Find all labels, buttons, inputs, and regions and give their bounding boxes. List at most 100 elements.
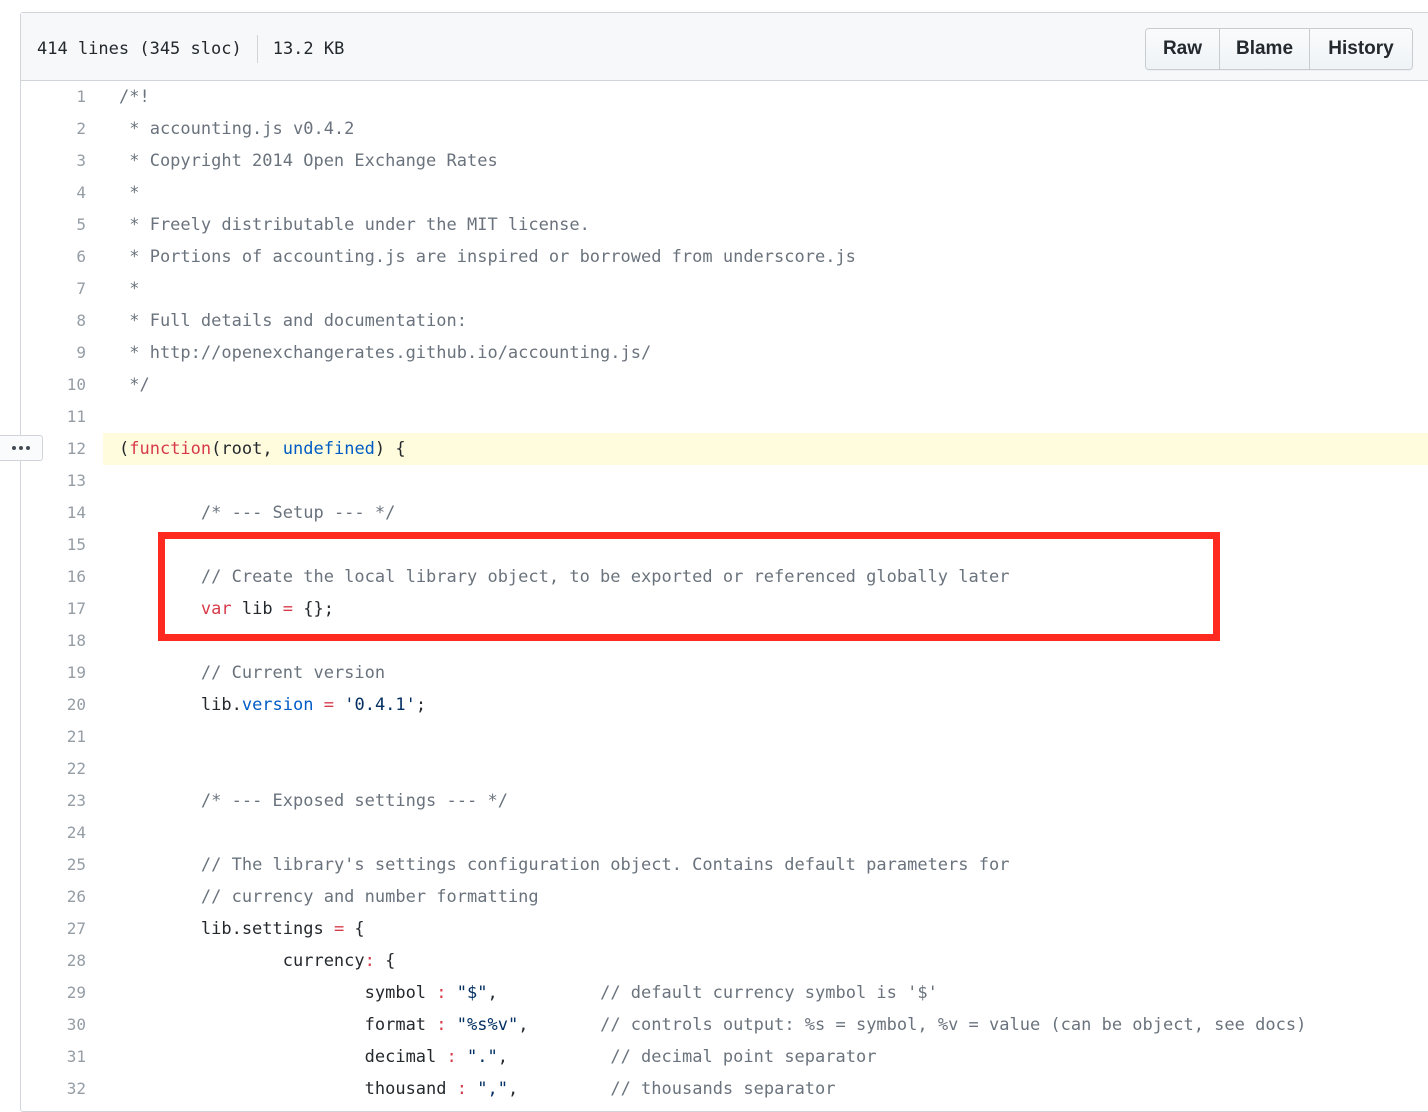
code-token: decimal xyxy=(119,1047,447,1067)
raw-button[interactable]: Raw xyxy=(1146,29,1220,69)
code-token: "," xyxy=(477,1079,508,1099)
code-line: 3 * Copyright 2014 Open Exchange Rates xyxy=(21,145,1428,177)
line-number[interactable]: 4 xyxy=(21,177,103,209)
line-number[interactable]: 6 xyxy=(21,241,103,273)
code-line: 9 * http://openexchangerates.github.io/a… xyxy=(21,337,1428,369)
code-token: , xyxy=(507,1079,611,1099)
code-token: { xyxy=(344,919,365,939)
code-line: 4 * xyxy=(21,177,1428,209)
code-line: 19 // Current version xyxy=(21,657,1428,689)
code-line: 8 * Full details and documentation: xyxy=(21,305,1428,337)
code-token: { xyxy=(374,951,396,971)
code-token: // Current version xyxy=(200,663,386,683)
code-token: , xyxy=(518,1015,601,1035)
code-token: = xyxy=(323,695,334,715)
more-dot-icon xyxy=(19,446,23,450)
line-number[interactable]: 3 xyxy=(21,145,103,177)
code-token: : xyxy=(364,951,375,971)
code-token: function xyxy=(129,439,212,459)
code-content: format : "%s%v", // controls output: %s … xyxy=(103,1009,1428,1041)
code-line: 24 xyxy=(21,817,1428,849)
line-number[interactable]: 25 xyxy=(21,849,103,881)
code-line: 15 xyxy=(21,529,1428,561)
file-info-divider xyxy=(256,35,258,63)
code-token: lib.settings xyxy=(119,919,334,939)
code-content: // Current version xyxy=(103,657,1428,689)
line-number[interactable]: 15 xyxy=(21,529,103,561)
line-options-button[interactable] xyxy=(0,435,43,461)
code-token: * Freely distributable under the MIT lic… xyxy=(119,215,590,235)
code-token: // currency and number formatting xyxy=(200,887,539,907)
file-size: 13.2 KB xyxy=(272,39,345,59)
code-token: ) { xyxy=(374,439,406,459)
line-number[interactable]: 14 xyxy=(21,497,103,529)
line-number[interactable]: 26 xyxy=(21,881,103,913)
code-content xyxy=(103,401,1428,433)
code-content: * Full details and documentation: xyxy=(103,305,1428,337)
code-line: 27 lib.settings = { xyxy=(21,913,1428,945)
code-token: undefined xyxy=(282,439,375,459)
code-token: * Portions of accounting.js are inspired… xyxy=(119,247,856,267)
code-line: 17 var lib = {}; xyxy=(21,593,1428,625)
line-number[interactable]: 18 xyxy=(21,625,103,657)
code-token: // decimal point separator xyxy=(610,1047,877,1067)
line-number[interactable]: 7 xyxy=(21,273,103,305)
code-line: 25 // The library's settings configurati… xyxy=(21,849,1428,881)
line-number[interactable]: 30 xyxy=(21,1009,103,1041)
code-token: lib. xyxy=(119,695,242,715)
code-token: thousand xyxy=(119,1079,457,1099)
code-content xyxy=(103,465,1428,497)
line-number[interactable]: 17 xyxy=(21,593,103,625)
code-token: format xyxy=(119,1015,437,1035)
line-number[interactable]: 10 xyxy=(21,369,103,401)
code-content: lib.version = '0.4.1'; xyxy=(103,689,1428,721)
line-number[interactable]: 29 xyxy=(21,977,103,1009)
code-token: version xyxy=(241,695,314,715)
file-viewer: 414 lines (345 sloc) 13.2 KB Raw Blame H… xyxy=(20,12,1428,1112)
line-number[interactable]: 32 xyxy=(21,1073,103,1105)
file-header: 414 lines (345 sloc) 13.2 KB Raw Blame H… xyxy=(21,13,1428,81)
code-content: // currency and number formatting xyxy=(103,881,1428,913)
code-token: symbol xyxy=(119,983,437,1003)
line-number[interactable]: 27 xyxy=(21,913,103,945)
code-token: = xyxy=(333,919,345,939)
code-content: */ xyxy=(103,369,1428,401)
code-content: currency: { xyxy=(103,945,1428,977)
line-number[interactable]: 22 xyxy=(21,753,103,785)
line-number[interactable]: 16 xyxy=(21,561,103,593)
blame-button[interactable]: Blame xyxy=(1220,29,1310,69)
line-number[interactable]: 8 xyxy=(21,305,103,337)
code-content: * accounting.js v0.4.2 xyxy=(103,113,1428,145)
line-number[interactable]: 9 xyxy=(21,337,103,369)
history-button[interactable]: History xyxy=(1310,29,1412,69)
line-number[interactable]: 20 xyxy=(21,689,103,721)
code-line: 29 symbol : "$", // default currency sym… xyxy=(21,977,1428,1009)
line-number[interactable]: 13 xyxy=(21,465,103,497)
line-number[interactable]: 2 xyxy=(21,113,103,145)
code-line: 10 */ xyxy=(21,369,1428,401)
code-token: {}; xyxy=(293,599,334,619)
line-number[interactable]: 31 xyxy=(21,1041,103,1073)
code-line: 5 * Freely distributable under the MIT l… xyxy=(21,209,1428,241)
code-token: '0.4.1' xyxy=(344,695,416,715)
code-line: 20 lib.version = '0.4.1'; xyxy=(21,689,1428,721)
code-content: // Create the local library object, to b… xyxy=(103,561,1428,593)
line-number[interactable]: 1 xyxy=(21,81,103,113)
line-number[interactable]: 11 xyxy=(21,401,103,433)
line-number[interactable]: 28 xyxy=(21,945,103,977)
line-number[interactable]: 23 xyxy=(21,785,103,817)
line-number[interactable]: 5 xyxy=(21,209,103,241)
code-content xyxy=(103,753,1428,785)
code-content: (function(root, undefined) { xyxy=(103,433,1428,465)
line-number[interactable]: 24 xyxy=(21,817,103,849)
line-number[interactable]: 21 xyxy=(21,721,103,753)
code-token: */ xyxy=(119,375,150,395)
line-number[interactable]: 19 xyxy=(21,657,103,689)
more-dot-icon xyxy=(12,446,16,450)
